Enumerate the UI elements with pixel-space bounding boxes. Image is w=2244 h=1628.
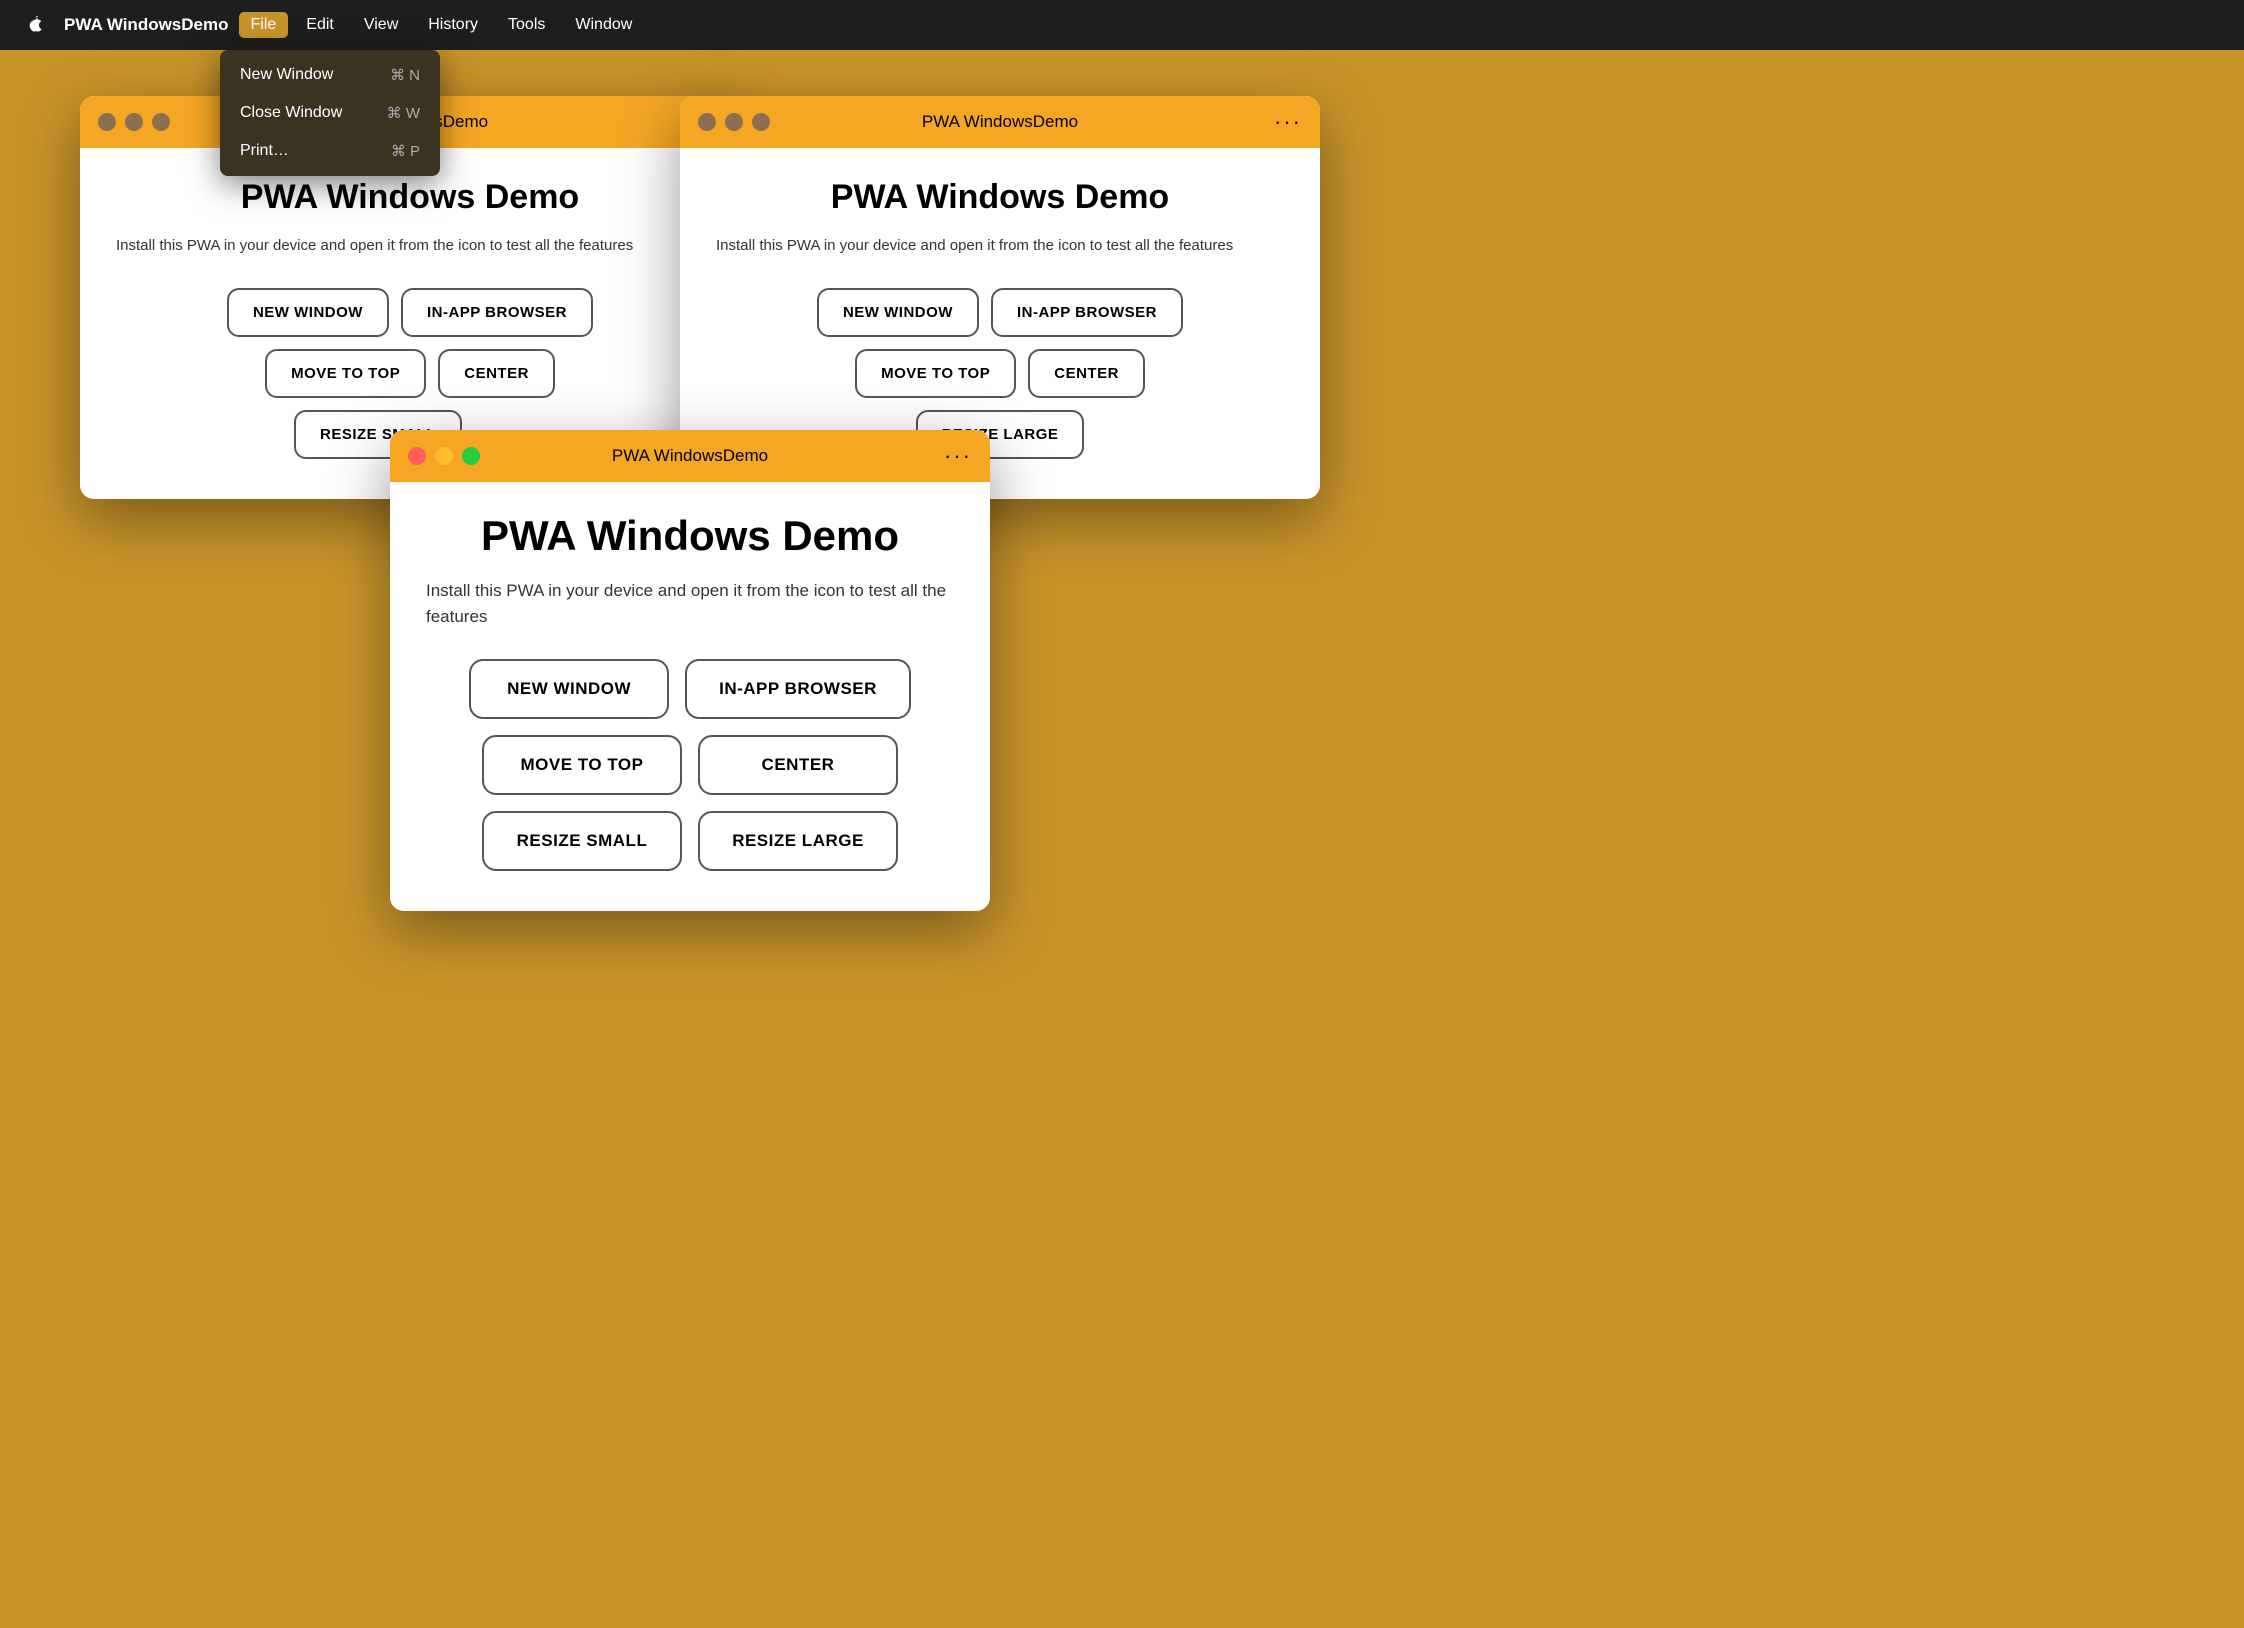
app-description-3: Install this PWA in your device and open…	[426, 578, 954, 629]
close-button-3[interactable]	[408, 447, 426, 465]
new-window-button-2[interactable]: NEW WINDOW	[817, 288, 979, 337]
window-menu-item[interactable]: Window	[563, 12, 644, 38]
close-window-menu-item[interactable]: Close Window ⌘ W	[220, 94, 440, 132]
app-title-1: PWA Windows Demo	[116, 178, 704, 217]
window-title-3: PWA WindowsDemo	[612, 446, 768, 466]
center-button-1[interactable]: CENTER	[438, 349, 555, 398]
app-title-3: PWA Windows Demo	[426, 512, 954, 560]
in-app-browser-button-1[interactable]: IN-APP BROWSER	[401, 288, 593, 337]
file-dropdown: New Window ⌘ N Close Window ⌘ W Print… ⌘…	[220, 50, 440, 176]
minimize-button-1[interactable]	[125, 113, 143, 131]
pwa-window-3: PWA WindowsDemo ··· PWA Windows Demo Ins…	[390, 430, 990, 911]
tools-menu-item[interactable]: Tools	[496, 12, 557, 38]
app-description-1: Install this PWA in your device and open…	[116, 235, 704, 258]
menubar: PWA WindowsDemo File Edit View History T…	[0, 0, 2244, 50]
file-menu-item[interactable]: File	[239, 12, 289, 38]
print-menu-item[interactable]: Print… ⌘ P	[220, 132, 440, 170]
traffic-lights-2	[698, 113, 770, 131]
history-menu-item[interactable]: History	[416, 12, 490, 38]
window-dots-3[interactable]: ···	[944, 443, 972, 469]
app-title-2: PWA Windows Demo	[716, 178, 1284, 217]
maximize-button-1[interactable]	[152, 113, 170, 131]
apple-menu[interactable]	[20, 11, 48, 39]
window-content-3: PWA Windows Demo Install this PWA in you…	[390, 482, 990, 911]
app-description-2: Install this PWA in your device and open…	[716, 235, 1284, 258]
traffic-lights-1	[98, 113, 170, 131]
close-button-1[interactable]	[98, 113, 116, 131]
window-dots-2[interactable]: ···	[1274, 109, 1302, 135]
window-title-2: PWA WindowsDemo	[922, 112, 1078, 132]
center-button-2[interactable]: CENTER	[1028, 349, 1145, 398]
in-app-browser-button-2[interactable]: IN-APP BROWSER	[991, 288, 1183, 337]
close-button-2[interactable]	[698, 113, 716, 131]
titlebar-3: PWA WindowsDemo ···	[390, 430, 990, 482]
app-name-menu: PWA WindowsDemo	[64, 15, 229, 35]
maximize-button-3[interactable]	[462, 447, 480, 465]
resize-large-button-3[interactable]: RESIZE LARGE	[698, 811, 898, 871]
minimize-button-3[interactable]	[435, 447, 453, 465]
new-window-menu-item[interactable]: New Window ⌘ N	[220, 56, 440, 94]
view-menu-item[interactable]: View	[352, 12, 410, 38]
maximize-button-2[interactable]	[752, 113, 770, 131]
minimize-button-2[interactable]	[725, 113, 743, 131]
move-to-top-button-2[interactable]: MOVE TO TOP	[855, 349, 1016, 398]
titlebar-2: PWA WindowsDemo ···	[680, 96, 1320, 148]
move-to-top-button-3[interactable]: MOVE TO TOP	[482, 735, 682, 795]
resize-small-button-3[interactable]: RESIZE SMALL	[482, 811, 682, 871]
move-to-top-button-1[interactable]: MOVE TO TOP	[265, 349, 426, 398]
new-window-button-3[interactable]: NEW WINDOW	[469, 659, 669, 719]
button-grid-3: NEW WINDOW IN-APP BROWSER MOVE TO TOP CE…	[426, 659, 954, 871]
in-app-browser-button-3[interactable]: IN-APP BROWSER	[685, 659, 911, 719]
traffic-lights-3	[408, 447, 480, 465]
center-button-3[interactable]: CENTER	[698, 735, 898, 795]
edit-menu-item[interactable]: Edit	[294, 12, 346, 38]
new-window-button-1[interactable]: NEW WINDOW	[227, 288, 389, 337]
